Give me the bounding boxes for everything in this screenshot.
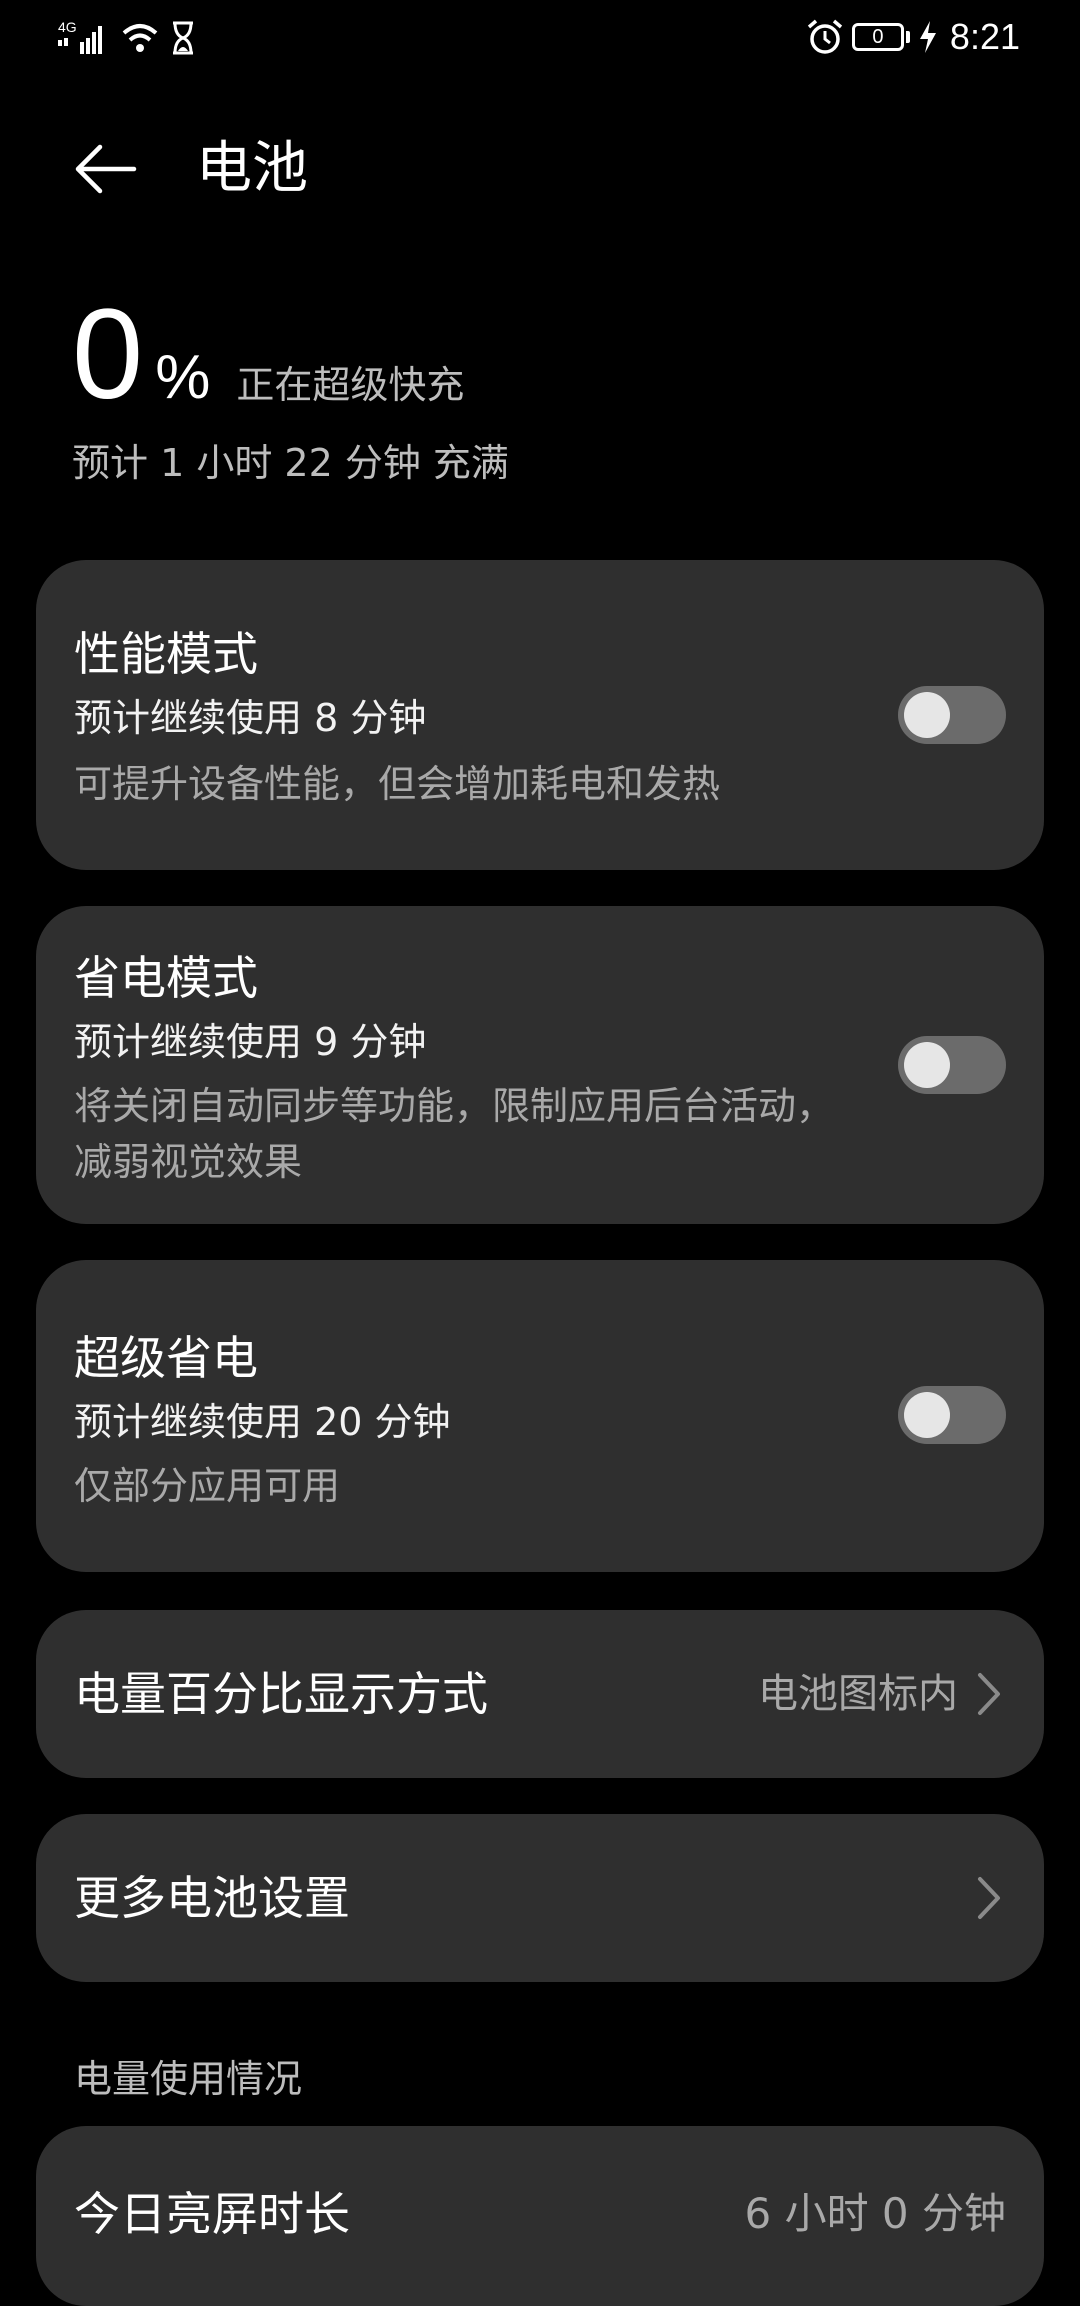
performance-mode-card[interactable]: 性能模式 预计继续使用 8 分钟 可提升设备性能，但会增加耗电和发热 <box>36 560 1044 870</box>
toggle-knob <box>904 1042 950 1088</box>
ultra-power-saving-estimate: 预计继续使用 20 分钟 <box>74 1400 451 1444</box>
battery-percent-row: 0 % 正在超级快充 <box>72 290 972 420</box>
battery-percent-sign: % <box>155 343 211 412</box>
battery-percentage-display-value: 电池图标内 <box>758 1671 958 1717</box>
toggle-knob <box>904 1392 950 1438</box>
signal-icon: 4G <box>58 19 102 54</box>
estimated-full-time: 预计 1 小时 22 分钟 充满 <box>72 441 509 485</box>
back-arrow-icon <box>75 144 137 194</box>
performance-mode-toggle[interactable] <box>898 686 1006 744</box>
chevron-right-icon <box>978 1673 1000 1715</box>
battery-percentage-display-label: 电量百分比显示方式 <box>74 1667 488 1721</box>
battery-percentage-display-row[interactable]: 电量百分比显示方式 电池图标内 <box>36 1610 1044 1778</box>
ultra-power-saving-description: 仅部分应用可用 <box>74 1464 341 1508</box>
charging-bolt-icon <box>919 21 936 53</box>
page-header: 电池 <box>0 120 1080 216</box>
ultra-power-saving-toggle[interactable] <box>898 1386 1006 1444</box>
hourglass-icon <box>173 21 193 55</box>
back-button[interactable] <box>70 134 140 204</box>
power-saving-mode-card[interactable]: 省电模式 预计继续使用 9 分钟 将关闭自动同步等功能，限制应用后台活动，减弱视… <box>36 906 1044 1224</box>
wifi-icon <box>122 24 158 52</box>
status-time: 8:21 <box>949 16 1020 57</box>
battery-icon: 0 <box>851 23 904 51</box>
performance-mode-title: 性能模式 <box>74 627 258 681</box>
power-saving-mode-estimate: 预计继续使用 9 分钟 <box>74 1020 427 1064</box>
power-saving-mode-toggle[interactable] <box>898 1036 1006 1094</box>
status-bar: 4G 0 8:21 <box>0 0 1080 80</box>
status-left-icons: 4G <box>58 18 196 58</box>
chevron-right-icon <box>978 1877 1000 1919</box>
toggle-knob <box>904 692 950 738</box>
screen-on-time-label: 今日亮屏时长 <box>74 2187 350 2241</box>
battery-summary: 0 % 正在超级快充 预计 1 小时 22 分钟 充满 <box>72 290 972 487</box>
performance-mode-estimate: 预计继续使用 8 分钟 <box>74 696 427 740</box>
page-title: 电池 <box>196 136 308 201</box>
power-saving-mode-title: 省电模式 <box>74 951 258 1005</box>
ultra-power-saving-title: 超级省电 <box>74 1331 258 1385</box>
battery-percent-value: 0 <box>72 283 144 426</box>
svg-text:4G: 4G <box>58 19 77 35</box>
more-battery-settings-row[interactable]: 更多电池设置 <box>36 1814 1044 1982</box>
battery-level-text: 0 <box>872 26 884 48</box>
usage-section-title: 电量使用情况 <box>74 2057 303 2101</box>
more-battery-settings-label: 更多电池设置 <box>74 1871 350 1925</box>
performance-mode-description: 可提升设备性能，但会增加耗电和发热 <box>74 762 721 806</box>
alarm-icon <box>807 19 843 54</box>
screen-on-time-row[interactable]: 今日亮屏时长 6 小时 0 分钟 <box>36 2126 1044 2306</box>
screen-on-time-value: 6 小时 0 分钟 <box>744 2189 1007 2238</box>
ultra-power-saving-card[interactable]: 超级省电 预计继续使用 20 分钟 仅部分应用可用 <box>36 1260 1044 1572</box>
power-saving-mode-description: 将关闭自动同步等功能，限制应用后台活动，减弱视觉效果 <box>74 1084 835 1184</box>
battery-cap <box>905 31 910 43</box>
charging-status: 正在超级快充 <box>236 363 465 407</box>
status-right-icons: 0 8:21 <box>806 16 1020 58</box>
